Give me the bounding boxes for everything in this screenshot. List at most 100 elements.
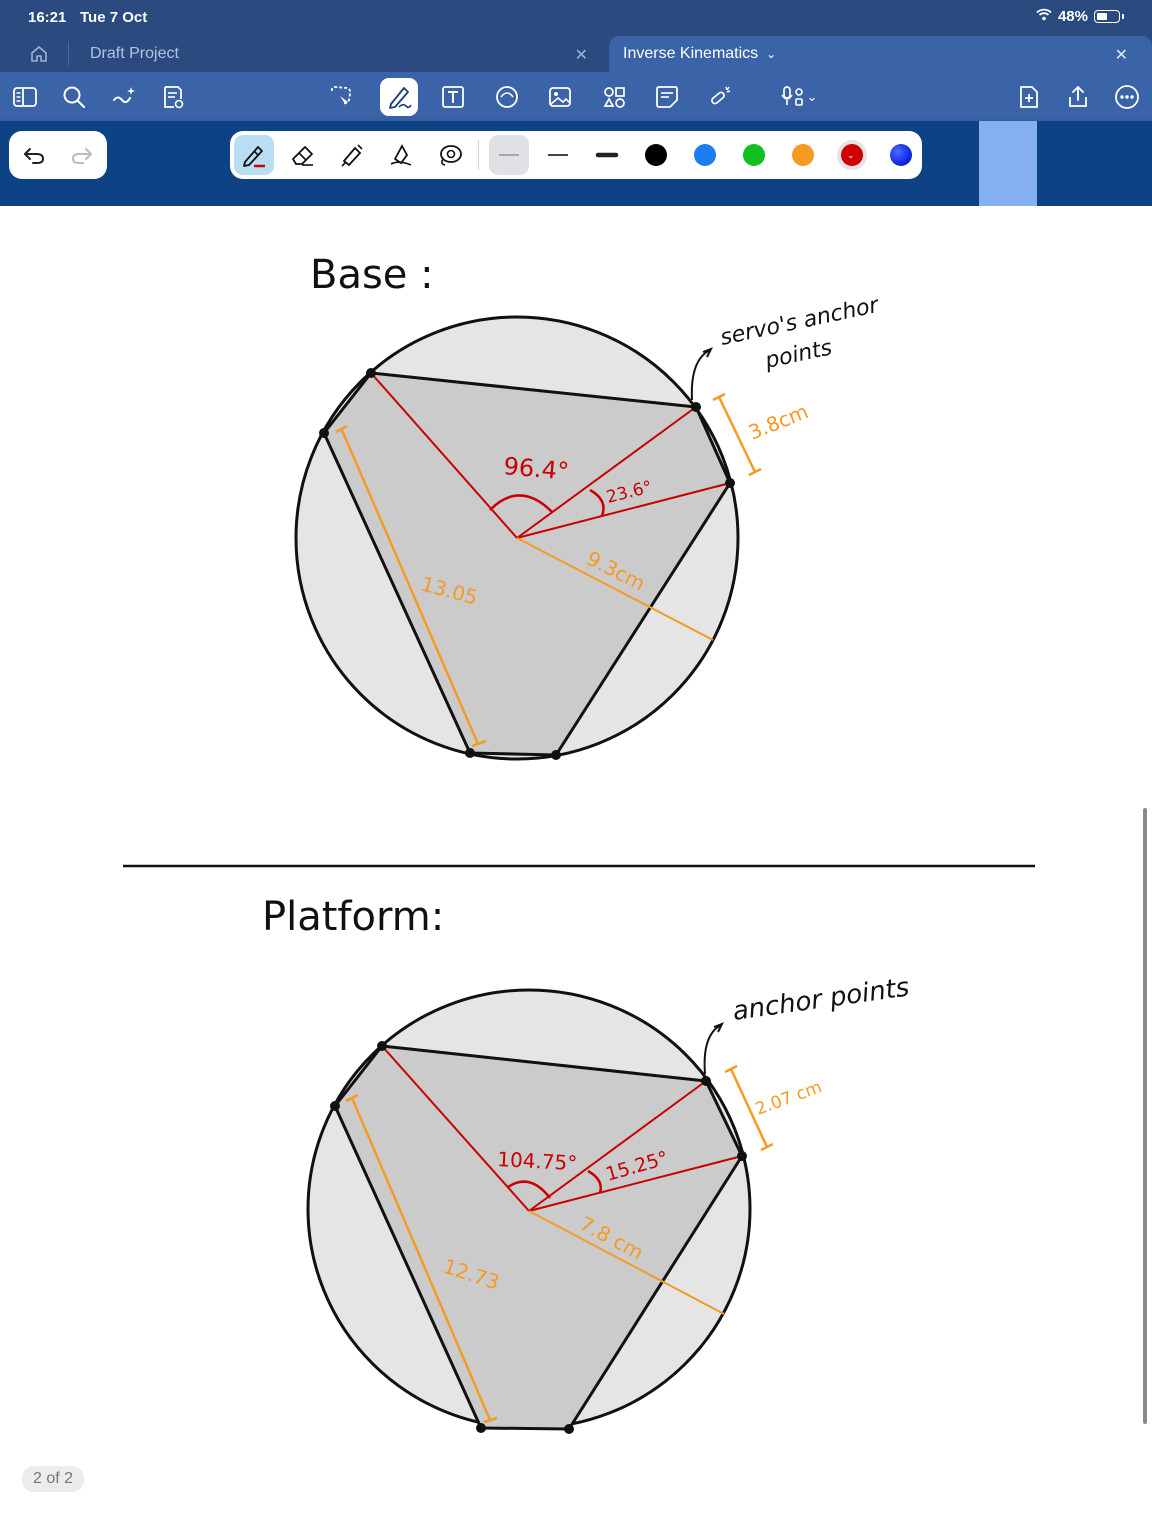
record-audio-icon — [780, 86, 803, 106]
anchor-point — [701, 1076, 711, 1086]
base-callout-line2: points — [762, 335, 834, 374]
sidebar-button[interactable] — [6, 78, 44, 116]
highlighter-icon — [341, 144, 363, 167]
add-page-button[interactable] — [1010, 78, 1048, 116]
sidebar-icon — [13, 87, 37, 107]
anchor-point — [319, 428, 329, 438]
elements-button[interactable] — [595, 78, 633, 116]
shape-icon — [496, 86, 518, 108]
anchor-point — [366, 368, 376, 378]
tab-bar: Draft Project ✕ Inverse Kinematics ⌄ ✕ — [0, 36, 1152, 72]
sticky-note-icon — [656, 86, 678, 108]
image-button[interactable] — [541, 78, 579, 116]
anchor-point — [330, 1101, 340, 1111]
tab-draft-project[interactable]: Draft Project ✕ — [70, 36, 608, 72]
status-time: 16:21 — [28, 9, 67, 26]
eraser-tool[interactable] — [283, 135, 323, 175]
record-audio-button[interactable]: ⌄ — [770, 78, 826, 116]
scrollbar[interactable] — [1143, 808, 1147, 1424]
stroke-thin[interactable] — [489, 135, 529, 175]
undo-icon — [24, 148, 45, 164]
color-swatch[interactable] — [645, 144, 667, 166]
anchor-point — [737, 1151, 747, 1161]
anchor-point — [465, 748, 475, 758]
base-title: Base : — [310, 252, 434, 298]
close-icon[interactable]: ✕ — [575, 45, 588, 65]
battery-cap — [1122, 14, 1124, 19]
platform-diagram: Platform: anchor points 104.75° 15.25° 7… — [262, 894, 911, 1434]
tab-label: Draft Project — [90, 45, 179, 62]
more-button[interactable] — [1108, 78, 1146, 116]
status-date: Tue 7 Oct — [80, 9, 148, 26]
share-button[interactable] — [1059, 78, 1097, 116]
shape-button[interactable] — [488, 78, 526, 116]
magic-button[interactable] — [105, 78, 143, 116]
laser-pointer-icon — [711, 86, 731, 105]
platform-callout: anchor points — [731, 972, 911, 1026]
color-palette-indicator — [979, 121, 1037, 206]
platform-angle-large-label: 104.75° — [497, 1147, 578, 1175]
thin-stroke-icon — [499, 154, 519, 156]
text-box-button[interactable] — [434, 78, 472, 116]
pen-tool[interactable] — [234, 135, 274, 175]
main-toolbar: ⌄ — [0, 72, 1152, 121]
callout-arrow — [703, 1024, 722, 1075]
shape-tool[interactable] — [381, 135, 421, 175]
magic-icon — [113, 87, 135, 104]
base-angle-large-label: 96.4° — [502, 452, 570, 486]
close-icon[interactable]: ✕ — [1115, 45, 1128, 65]
color-swatch[interactable] — [694, 144, 716, 166]
medium-stroke-icon — [548, 154, 568, 156]
search-button[interactable] — [55, 78, 93, 116]
redo-button[interactable] — [67, 140, 97, 170]
chevron-down-icon[interactable]: ⌄ — [807, 89, 818, 105]
stroke-medium[interactable] — [538, 135, 578, 175]
page-settings-button[interactable] — [154, 78, 192, 116]
battery-icon — [1094, 10, 1120, 23]
chevron-down-icon[interactable]: ⌄ — [766, 47, 776, 61]
image-icon — [549, 87, 571, 107]
battery-level — [1097, 13, 1107, 20]
eraser-icon — [292, 146, 313, 166]
color-swatch[interactable] — [743, 144, 765, 166]
tab-inverse-kinematics[interactable]: Inverse Kinematics ⌄ ✕ — [609, 36, 1152, 72]
lasso-tool[interactable] — [430, 135, 470, 175]
color-swatch[interactable]: ⌄ — [841, 144, 863, 166]
text-box-icon — [442, 86, 464, 108]
battery-percent: 48% — [1057, 8, 1088, 25]
color-swatch[interactable] — [792, 144, 814, 166]
platform-gap-label: 2.07 cm — [753, 1077, 825, 1119]
share-icon — [1069, 86, 1087, 107]
pen-mode-button[interactable] — [380, 78, 418, 116]
platform-title: Platform: — [262, 894, 444, 940]
base-diagram: Base : servo's anchor points 96.4° 23.6°… — [294, 252, 883, 761]
anchor-point — [725, 478, 735, 488]
elements-icon — [603, 87, 625, 108]
toolbar-divider — [478, 140, 479, 170]
pen-toolbar: ⌄ — [0, 121, 1152, 206]
undo-button[interactable] — [19, 140, 49, 170]
drawing-layer[interactable]: Base : servo's anchor points 96.4° 23.6°… — [0, 206, 1152, 1536]
lasso-tool-icon — [440, 145, 462, 166]
callout-arrow — [690, 349, 711, 401]
add-page-icon — [1020, 86, 1038, 108]
chevron-down-icon[interactable]: ⌄ — [847, 149, 855, 161]
home-button[interactable] — [22, 42, 56, 66]
fountain-pen-icon — [243, 146, 265, 168]
redo-icon — [71, 148, 92, 164]
laser-pointer-button[interactable] — [701, 78, 739, 116]
sticky-note-button[interactable] — [648, 78, 686, 116]
page-settings-icon — [164, 86, 184, 109]
stroke-thick[interactable] — [587, 135, 627, 175]
tab-divider — [68, 42, 69, 66]
wifi-icon — [1036, 8, 1052, 25]
color-swatch[interactable] — [890, 144, 912, 166]
anchor-point — [691, 402, 701, 412]
lasso-button[interactable] — [322, 78, 360, 116]
highlighter-tool[interactable] — [332, 135, 372, 175]
note-canvas[interactable]: Base : servo's anchor points 96.4° 23.6°… — [0, 206, 1152, 1536]
search-icon — [63, 86, 86, 109]
thick-stroke-icon — [595, 152, 619, 158]
shape-pen-icon — [390, 144, 412, 166]
pen-tool-group: ⌄ — [230, 131, 922, 179]
